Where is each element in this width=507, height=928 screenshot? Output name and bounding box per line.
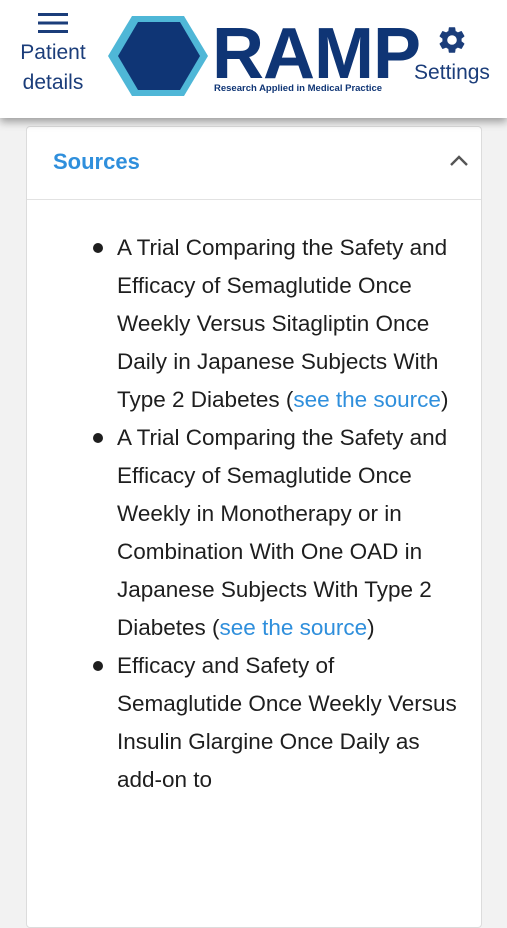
app-header: Patient details RAMP Research Applied in… xyxy=(0,0,507,118)
source-text: A Trial Comparing the Safety and Efficac… xyxy=(117,235,448,412)
patient-label-line2: details xyxy=(22,71,84,94)
see-the-source-link[interactable]: see the source xyxy=(220,615,368,640)
sources-panel-header[interactable]: Sources xyxy=(27,127,481,200)
patient-label-line1: Patient xyxy=(20,41,86,64)
logo-wordmark: RAMP xyxy=(212,14,421,94)
source-item: A Trial Comparing the Safety and Efficac… xyxy=(27,419,481,647)
see-the-source-link[interactable]: see the source xyxy=(293,387,441,412)
gear-icon xyxy=(439,27,465,53)
patient-details-button[interactable]: Patient details xyxy=(10,10,96,98)
sources-panel: Sources A Trial Comparing the Safety and… xyxy=(26,126,482,928)
bullet-icon xyxy=(93,243,103,253)
source-suffix: ) xyxy=(440,387,449,412)
source-suffix: ) xyxy=(367,615,375,640)
source-text: Efficacy and Safety of Semaglutide Once … xyxy=(117,653,457,792)
source-item: A Trial Comparing the Safety and Efficac… xyxy=(27,229,481,419)
bullet-icon xyxy=(93,661,103,671)
source-text: A Trial Comparing the Safety and Efficac… xyxy=(117,425,448,640)
ramp-logo: RAMP Research Applied in Medical Practic… xyxy=(108,14,421,98)
bullet-icon xyxy=(93,433,103,443)
chevron-up-icon[interactable] xyxy=(449,153,469,167)
settings-label: Settings xyxy=(414,61,490,84)
sources-title: Sources xyxy=(53,149,140,174)
sources-list: A Trial Comparing the Safety and Efficac… xyxy=(27,229,481,799)
patient-details-label: Patient details xyxy=(20,38,85,98)
settings-button[interactable]: Settings xyxy=(406,24,498,88)
source-item: Efficacy and Safety of Semaglutide Once … xyxy=(27,647,481,799)
hexagon-logo-icon xyxy=(108,16,208,96)
hamburger-menu-icon xyxy=(38,13,68,33)
logo-tagline: Research Applied in Medical Practice xyxy=(214,83,383,94)
